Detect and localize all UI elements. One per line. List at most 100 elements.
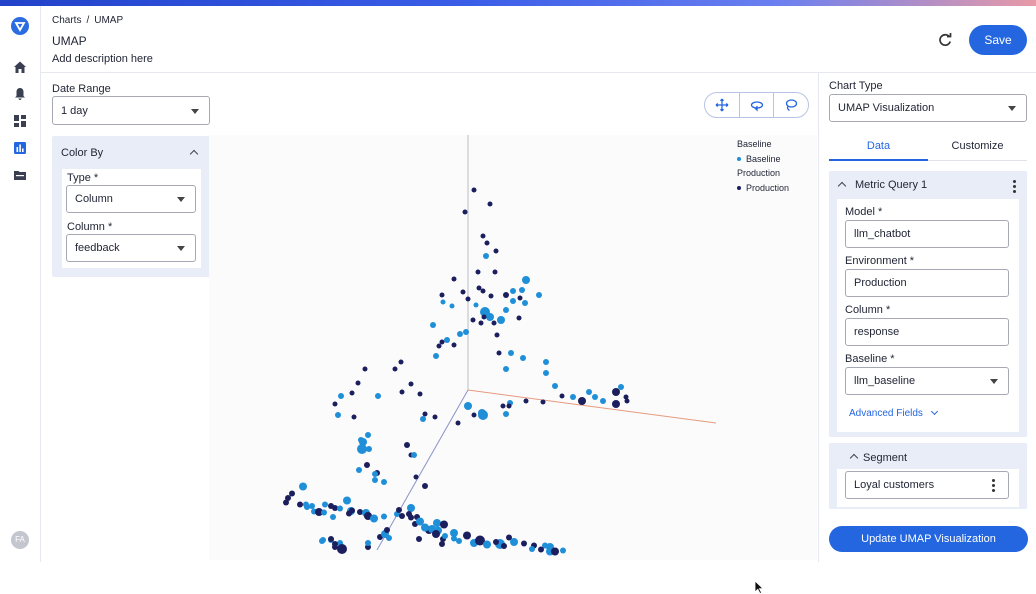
- lasso-tool-button[interactable]: [774, 93, 808, 117]
- production-point: [500, 403, 506, 409]
- umap-plot-canvas[interactable]: [209, 135, 817, 560]
- page-header: Charts / UMAP UMAP Add description here Sa…: [41, 6, 1036, 73]
- production-point: [460, 289, 466, 295]
- environment-label: Environment *: [845, 255, 915, 267]
- model-label: Model *: [845, 206, 883, 218]
- legend-dot-baseline: [737, 157, 741, 162]
- app-logo-icon[interactable]: [11, 17, 29, 35]
- metric-query-fields: Model * llm_chatbot Environment * Produc…: [837, 199, 1019, 432]
- model-field[interactable]: llm_chatbot: [845, 220, 1009, 248]
- production-point: [551, 547, 559, 556]
- production-point: [462, 209, 468, 215]
- bell-icon[interactable]: [12, 86, 28, 102]
- umap-3d-scatter[interactable]: [209, 135, 817, 560]
- baseline-select[interactable]: llm_baseline: [845, 367, 1009, 395]
- production-point: [480, 288, 486, 294]
- production-point: [440, 520, 448, 529]
- production-point: [481, 314, 487, 320]
- production-point: [396, 507, 402, 513]
- baseline-point: [411, 452, 417, 458]
- production-point: [439, 339, 445, 345]
- production-point: [540, 399, 546, 405]
- page-title[interactable]: UMAP: [52, 34, 87, 48]
- collapse-chevron-icon[interactable]: [849, 453, 859, 463]
- production-point: [494, 332, 500, 338]
- tab-data[interactable]: Data: [829, 133, 928, 161]
- baseline-point: [456, 538, 462, 544]
- baseline-point: [473, 302, 479, 308]
- charts-icon[interactable]: [12, 140, 28, 156]
- baseline-point: [519, 287, 525, 293]
- baseline-point: [592, 394, 598, 400]
- production-point: [516, 315, 522, 321]
- baseline-point: [343, 496, 351, 505]
- breadcrumb-separator: /: [86, 15, 90, 26]
- type-value: Column: [75, 193, 113, 205]
- collapse-chevron-icon[interactable]: [837, 181, 847, 191]
- column-field[interactable]: response: [845, 318, 1009, 346]
- chevron-down-icon: [1008, 106, 1016, 111]
- baseline-point: [366, 446, 372, 452]
- baseline-point: [381, 513, 387, 520]
- plot-toolbar: [704, 92, 809, 118]
- production-point: [612, 388, 620, 396]
- production-point: [538, 546, 544, 553]
- baseline-point: [356, 467, 362, 473]
- folder-icon[interactable]: [12, 167, 28, 183]
- production-point: [328, 536, 334, 542]
- date-range-select[interactable]: 1 day: [52, 96, 210, 125]
- advanced-fields-link[interactable]: Advanced Fields: [849, 407, 938, 419]
- chart-type-select[interactable]: UMAP Visualization: [829, 94, 1027, 122]
- orbit-tool-button[interactable]: [740, 93, 775, 117]
- production-point: [413, 474, 419, 480]
- legend-item-production[interactable]: Production: [737, 181, 789, 196]
- chevron-down-icon: [191, 108, 199, 114]
- segment-field[interactable]: Loyal customers: [845, 471, 1009, 499]
- baseline-point: [330, 514, 336, 520]
- production-point: [506, 403, 512, 409]
- legend-group-production-title: Production: [737, 168, 781, 178]
- baseline-point: [442, 533, 448, 539]
- chevron-down-icon: [930, 407, 938, 416]
- user-avatar[interactable]: FA: [11, 531, 29, 549]
- production-point: [496, 350, 502, 356]
- production-point: [480, 233, 486, 239]
- color-by-fields: Type * Column Column * feedback: [62, 169, 201, 268]
- production-point: [493, 539, 499, 545]
- dashboard-icon[interactable]: [12, 113, 28, 129]
- production-point: [392, 366, 398, 372]
- baseline-point: [463, 329, 469, 335]
- color-by-title: Color By: [61, 147, 104, 159]
- left-nav-rail: FA: [0, 6, 41, 562]
- more-options-icon[interactable]: [992, 479, 995, 494]
- advanced-fields-label: Advanced Fields: [849, 408, 923, 419]
- more-options-icon[interactable]: [1013, 180, 1016, 195]
- production-point: [471, 187, 477, 193]
- baseline-point: [357, 444, 367, 454]
- production-point: [455, 420, 461, 426]
- production-point: [399, 389, 405, 395]
- pan-tool-button[interactable]: [705, 93, 740, 117]
- breadcrumb-charts-link[interactable]: Charts: [52, 15, 81, 26]
- baseline-point: [322, 501, 328, 508]
- page-description[interactable]: Add description here: [52, 53, 153, 65]
- environment-field[interactable]: Production: [845, 269, 1009, 297]
- refresh-icon[interactable]: [937, 32, 953, 48]
- baseline-point: [497, 316, 505, 324]
- pan-arrows-icon: [715, 98, 729, 112]
- type-select[interactable]: Column: [66, 185, 196, 213]
- baseline-point: [372, 471, 378, 477]
- column-select[interactable]: feedback: [66, 234, 196, 262]
- collapse-chevron-icon[interactable]: [189, 149, 199, 159]
- baseline-point: [522, 300, 528, 306]
- production-point: [465, 296, 471, 302]
- tab-customize[interactable]: Customize: [928, 133, 1027, 161]
- legend-item-baseline[interactable]: Baseline: [737, 152, 789, 167]
- rotate-icon: [750, 101, 763, 112]
- update-umap-button[interactable]: Update UMAP Visualization: [829, 526, 1028, 552]
- home-icon[interactable]: [12, 59, 28, 75]
- baseline-point: [464, 402, 472, 410]
- save-button[interactable]: Save: [969, 25, 1027, 55]
- production-point: [503, 292, 509, 298]
- baseline-point: [529, 546, 535, 552]
